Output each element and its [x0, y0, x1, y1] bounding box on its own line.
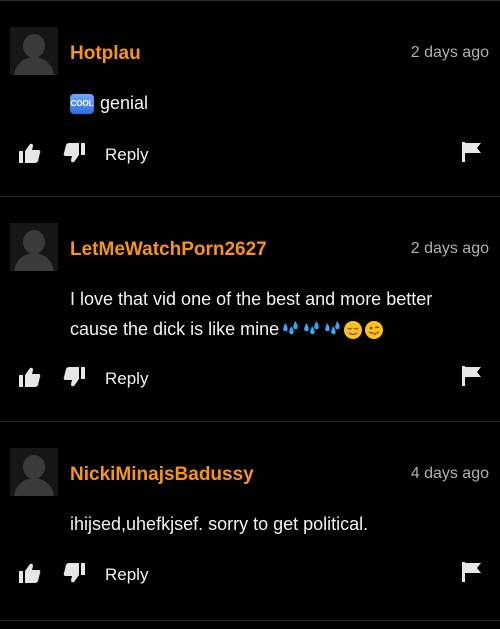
winking-tongue-face-icon: [365, 321, 384, 340]
thumbs-down-icon[interactable]: [62, 562, 86, 584]
avatar[interactable]: [10, 448, 58, 496]
comment-timestamp: 4 days ago: [410, 465, 489, 482]
flag-icon[interactable]: [461, 561, 483, 583]
comment-text: ihijsed,uhefkjsef. sorry to get politica…: [70, 514, 369, 534]
avatar[interactable]: [10, 27, 58, 75]
relieved-face-icon: [344, 321, 363, 340]
comment-username[interactable]: LetMeWatchPorn2627: [70, 239, 267, 261]
reply-button[interactable]: Reply: [105, 145, 148, 165]
comment-text-body: genial: [100, 93, 149, 113]
comment-timestamp: 2 days ago: [410, 44, 489, 61]
avatar-body: [14, 478, 54, 496]
avatar-body: [14, 57, 54, 75]
sweat-droplets-icon: [283, 321, 298, 335]
thumbs-up-icon[interactable]: [18, 562, 42, 584]
comment-text: COOL genial: [70, 88, 470, 118]
divider: [0, 196, 500, 197]
comment-text-fragment: cause the dick is like mine: [70, 319, 280, 339]
thumbs-down-icon[interactable]: [62, 142, 86, 164]
comment-text: I love that vid one of the best and more…: [70, 284, 470, 344]
comment-text-line: cause the dick is like mine: [70, 314, 470, 344]
thumbs-up-icon[interactable]: [18, 366, 42, 388]
avatar-head: [23, 455, 45, 479]
sweat-droplets-icon: [325, 321, 340, 335]
cool-emoji-icon: COOL: [70, 94, 94, 115]
comment-username[interactable]: NickiMinajsBadussy: [70, 464, 254, 486]
avatar-head: [23, 230, 45, 254]
avatar-body: [14, 253, 54, 271]
thumbs-down-icon[interactable]: [62, 366, 86, 388]
reply-button[interactable]: Reply: [105, 565, 148, 585]
comment-text-line: I love that vid one of the best and more…: [70, 289, 433, 309]
flag-icon[interactable]: [461, 365, 483, 387]
reply-button[interactable]: Reply: [105, 369, 148, 389]
avatar[interactable]: [10, 223, 58, 271]
divider: [0, 421, 500, 422]
divider-top: [0, 0, 500, 1]
comment-username[interactable]: Hotplau: [70, 43, 141, 65]
avatar-head: [23, 34, 45, 58]
flag-icon[interactable]: [461, 141, 483, 163]
divider: [0, 620, 500, 621]
comment-timestamp: 2 days ago: [410, 240, 489, 257]
thumbs-up-icon[interactable]: [18, 142, 42, 164]
sweat-droplets-icon: [304, 321, 319, 335]
